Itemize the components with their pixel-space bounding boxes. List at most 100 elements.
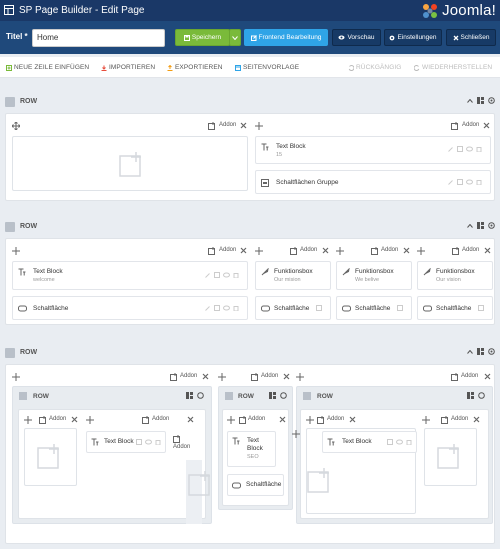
- add-addon-icon[interactable]: [170, 373, 178, 381]
- addon-card[interactable]: Text Block SEO: [227, 431, 276, 467]
- import-button[interactable]: IMPORTIEREN: [101, 64, 155, 71]
- column-options-icon[interactable]: [279, 416, 286, 423]
- addon-card[interactable]: Schaltfläche: [255, 296, 331, 320]
- eye-icon[interactable]: [466, 146, 473, 152]
- drag-handle-icon[interactable]: [5, 222, 15, 232]
- column-options-icon[interactable]: [71, 416, 78, 423]
- row-settings-icon[interactable]: [488, 222, 495, 229]
- add-addon-icon[interactable]: [39, 416, 47, 424]
- column-layout-icon[interactable]: [477, 348, 484, 355]
- column-options-icon[interactable]: [283, 373, 290, 380]
- addon-card[interactable]: Schaltfläche: [227, 474, 284, 496]
- chevron-up-icon[interactable]: [467, 349, 473, 354]
- page-template-button[interactable]: SEITENVORLAGE: [235, 64, 299, 71]
- move-icon[interactable]: [218, 373, 226, 381]
- column-layout-icon[interactable]: [477, 97, 484, 104]
- column-options-icon[interactable]: [484, 247, 491, 254]
- add-addon-icon[interactable]: [251, 373, 259, 381]
- addon-card[interactable]: Text Block welcome: [12, 261, 248, 290]
- column-options-icon[interactable]: [473, 416, 480, 423]
- column-options-icon[interactable]: [240, 247, 247, 254]
- drag-handle-icon[interactable]: [5, 97, 15, 107]
- preview-button[interactable]: Vorschau: [332, 29, 381, 46]
- drag-handle-icon[interactable]: [303, 392, 311, 400]
- trash-icon[interactable]: [233, 272, 239, 278]
- addon-card[interactable]: Schaltfläche: [417, 296, 493, 320]
- addon-card[interactable]: Text Block: [86, 431, 166, 453]
- column-layout-icon[interactable]: [477, 222, 484, 229]
- column-options-icon[interactable]: [202, 373, 209, 380]
- copy-icon[interactable]: [214, 305, 220, 311]
- move-icon[interactable]: [12, 373, 20, 381]
- move-icon[interactable]: [296, 373, 304, 381]
- add-addon-icon[interactable]: [208, 247, 216, 255]
- addon-card[interactable]: Schaltflächen Gruppe: [255, 170, 491, 194]
- trash-icon[interactable]: [233, 305, 239, 311]
- drag-handle-icon[interactable]: [5, 348, 15, 358]
- copy-icon[interactable]: [214, 272, 220, 278]
- row-settings-icon[interactable]: [280, 392, 287, 399]
- move-icon[interactable]: [86, 416, 94, 424]
- addon-card[interactable]: Text Block: [322, 431, 417, 453]
- add-addon-icon[interactable]: [290, 247, 298, 255]
- add-addon-label[interactable]: Addon: [300, 247, 317, 253]
- add-addon-icon[interactable]: [451, 373, 459, 381]
- column-options-icon[interactable]: [483, 122, 490, 129]
- add-addon-icon[interactable]: [452, 247, 460, 255]
- row-settings-icon[interactable]: [488, 97, 495, 104]
- addon-card[interactable]: Funktionsbox Our vision: [417, 261, 493, 290]
- add-addon-label[interactable]: Addon: [180, 373, 197, 379]
- add-addon-icon[interactable]: [441, 416, 449, 424]
- add-addon-label[interactable]: Addon: [219, 122, 236, 128]
- move-icon[interactable]: [417, 247, 425, 255]
- add-addon-label[interactable]: Addon: [462, 247, 479, 253]
- move-icon[interactable]: [306, 416, 314, 424]
- eye-icon[interactable]: [223, 272, 230, 278]
- add-addon-icon[interactable]: [451, 122, 459, 130]
- save-button[interactable]: Speichern: [175, 29, 230, 46]
- empty-column-placeholder-icon[interactable]: [307, 467, 333, 493]
- column-layout-icon[interactable]: [269, 392, 276, 399]
- add-addon-label[interactable]: Addon: [327, 416, 344, 422]
- move-icon[interactable]: [292, 430, 300, 438]
- close-button[interactable]: Schließen: [446, 29, 496, 46]
- row-settings-icon[interactable]: [488, 348, 495, 355]
- empty-column-placeholder-icon[interactable]: [119, 151, 145, 177]
- trash-icon[interactable]: [406, 439, 412, 445]
- row-settings-icon[interactable]: [478, 392, 485, 399]
- copy-icon[interactable]: [457, 179, 463, 185]
- copy-icon[interactable]: [457, 146, 463, 152]
- add-addon-icon[interactable]: [317, 416, 325, 424]
- empty-column-placeholder-icon[interactable]: [437, 443, 463, 469]
- edit-icon[interactable]: [448, 146, 454, 152]
- move-icon[interactable]: [336, 247, 344, 255]
- drag-handle-icon[interactable]: [19, 392, 27, 400]
- addon-card[interactable]: Schaltfläche: [12, 296, 248, 320]
- eye-icon[interactable]: [223, 305, 230, 311]
- move-icon[interactable]: [12, 247, 20, 255]
- add-addon-label[interactable]: Addon: [152, 416, 169, 422]
- add-addon-label[interactable]: Addon: [173, 444, 190, 450]
- add-addon-icon[interactable]: [208, 122, 216, 130]
- export-button[interactable]: EXPORTIEREN: [167, 64, 223, 71]
- move-icon[interactable]: [12, 122, 20, 130]
- move-icon[interactable]: [255, 122, 263, 130]
- add-addon-icon[interactable]: [173, 435, 181, 443]
- column-layout-icon[interactable]: [186, 392, 193, 399]
- column-options-icon[interactable]: [322, 247, 329, 254]
- dragging-addon-ghost[interactable]: Addon: [170, 428, 210, 524]
- edit-icon[interactable]: [448, 179, 454, 185]
- redo-button[interactable]: WIEDERHERSTELLEN: [414, 64, 492, 71]
- addon-card[interactable]: Funktionsbox We belive: [336, 261, 412, 290]
- new-row-button[interactable]: NEUE ZEILE EINFÜGEN: [6, 64, 89, 71]
- trash-icon[interactable]: [476, 146, 482, 152]
- column-options-icon[interactable]: [403, 247, 410, 254]
- nested-right-col-2[interactable]: [424, 428, 477, 486]
- add-addon-label[interactable]: Addon: [451, 416, 468, 422]
- settings-button[interactable]: Einstellungen: [384, 29, 442, 46]
- copy-icon[interactable]: [397, 305, 403, 311]
- add-addon-label[interactable]: Addon: [381, 247, 398, 253]
- eye-icon[interactable]: [396, 439, 403, 445]
- copy-icon[interactable]: [316, 305, 322, 311]
- title-input[interactable]: Home: [32, 29, 165, 47]
